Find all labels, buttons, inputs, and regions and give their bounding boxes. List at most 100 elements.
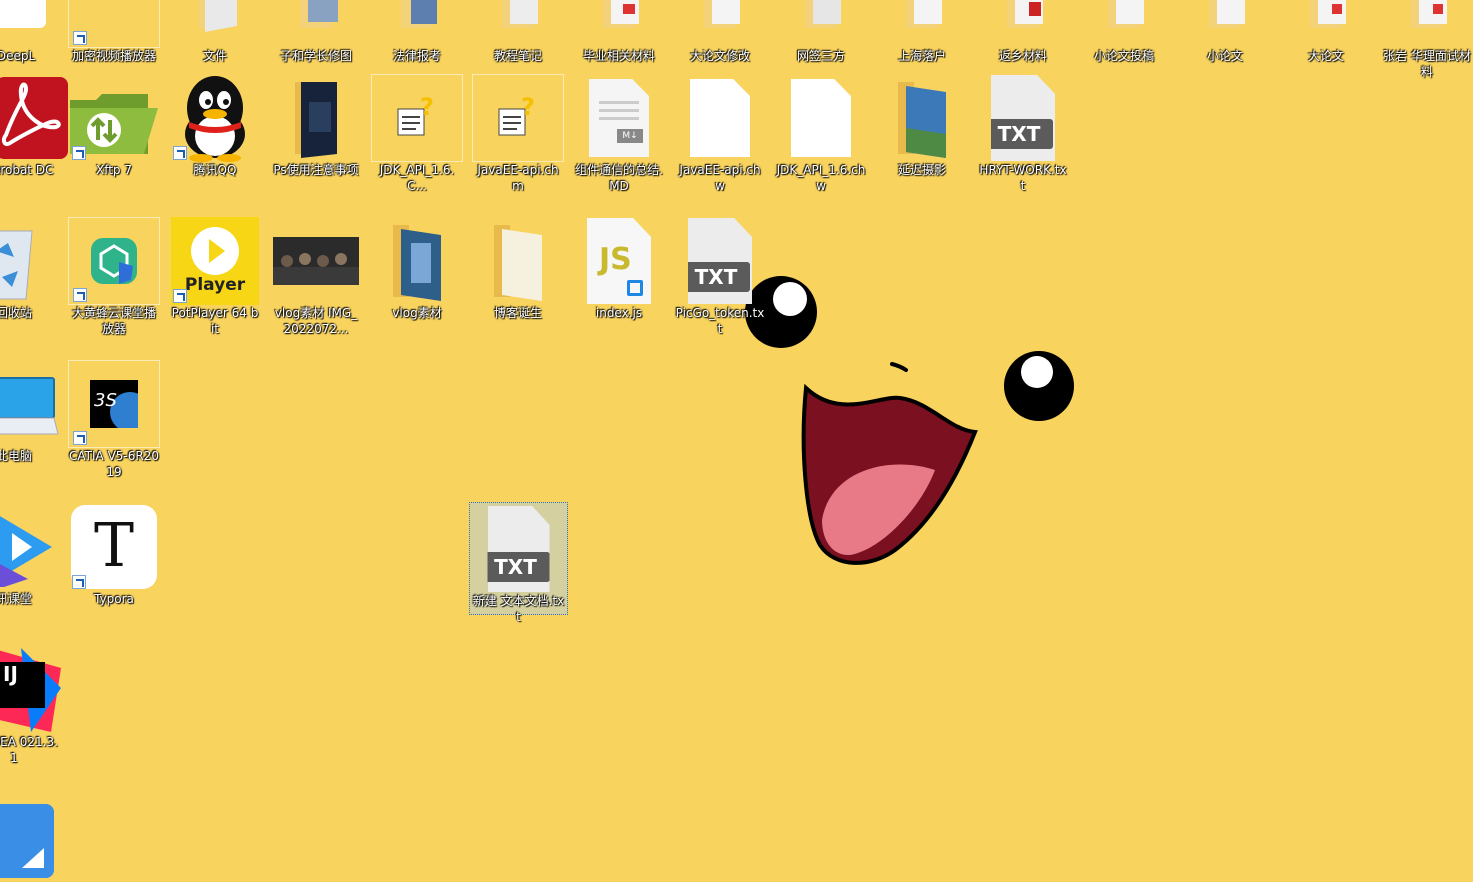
desktop-icon-folder-thesis[interactable]: 大论文 [1280, 0, 1372, 64]
intellij-idea-icon: IJ [0, 646, 61, 734]
desktop-icon-label: e Acrobat DC [0, 163, 54, 177]
desktop-icon-label: lliJ IDEA 021.3.1 [0, 735, 58, 765]
desktop-icon-picgo-token-txt[interactable]: TXT PicGo_token.txt [674, 215, 766, 337]
desktop-icon-index-js[interactable]: JS index.js [573, 215, 665, 321]
desktop-icon-folder-paper-submit[interactable]: 小论文投稿 [1078, 0, 1170, 64]
desktop-icon-new-text-document[interactable]: TXT 新建 文本文档.txt [469, 502, 568, 624]
desktop-icon-encrypted-video-player[interactable]: 加密视频播放器 [68, 0, 160, 64]
desktop-icon-label: 文件 [202, 49, 227, 63]
recycle-bin-icon [0, 217, 60, 305]
intellij-logo-text: IJ [3, 662, 18, 686]
desktop-icon-label: 大论文 [1307, 49, 1344, 63]
desktop-icon-acrobat[interactable]: e Acrobat DC [0, 72, 68, 178]
desktop-icon-folder-blog[interactable]: 博客诞生 [472, 215, 564, 321]
desktop-icon-javaee-api-chm[interactable]: ? JavaEE-api.chm [472, 72, 564, 194]
desktop-icon-folder-notes[interactable]: 教程笔记 [472, 0, 564, 64]
desktop-icon-label: 博客诞生 [493, 306, 542, 320]
desktop-icon-folder-small-paper[interactable]: 小论文 [1179, 0, 1271, 64]
txt-badge: TXT [688, 262, 750, 292]
desktop-icon-component-md[interactable]: M↓ 组件通信的总结.MD [573, 72, 665, 194]
desktop-icon-label: JDK_API_1.6.C... [379, 163, 455, 193]
txt-file-icon: TXT [977, 74, 1069, 162]
shortcut-arrow-icon [72, 146, 86, 160]
desktop-icon-folder-thesis-revise[interactable]: 大论文修改 [674, 0, 766, 64]
desktop-icon-label: 讯课堂 [0, 592, 32, 606]
desktop-icon-jdk-api-chw[interactable]: JDK_API_1.6.chw [775, 72, 867, 194]
desktop-icon-folder-return-home[interactable]: 返乡材料 [977, 0, 1069, 64]
desktop-icon-label: 网签三方 [796, 49, 845, 63]
folder-icon [977, 0, 1069, 48]
desktop-icon-label: vlog素材 IMG_2022072... [274, 306, 358, 336]
desktop-icon-deepl[interactable]: DeepL [0, 0, 62, 64]
desktop-icon-label: 法律报考 [392, 49, 441, 63]
desktop-icon-folder-timelapse[interactable]: 延迟摄影 [876, 72, 968, 178]
hornet-player-icon [68, 217, 160, 305]
desktop-icon-hryt-work-txt[interactable]: TXT HRYT-WORK.txt [977, 72, 1069, 194]
folder-icon [1078, 0, 1170, 48]
svg-text:?: ? [420, 93, 434, 121]
folder-icon [371, 0, 463, 48]
typora-logo-letter: T [93, 511, 135, 581]
desktop-icon-folder-graduation[interactable]: 毕业相关材料 [573, 0, 665, 64]
desktop-icon-intellij-idea[interactable]: IJ lliJ IDEA 021.3.1 [0, 644, 61, 766]
tencent-classroom-icon [0, 503, 60, 591]
desktop-icon-label: 大黄蜂云课堂播放器 [71, 306, 156, 336]
desktop-icon-label: 教程笔记 [493, 49, 542, 63]
desktop-icon-typora[interactable]: T Typora [68, 501, 160, 607]
desktop-icon-label: 大论文修改 [689, 49, 750, 63]
svg-text:?: ? [521, 93, 535, 121]
desktop-icon-label: 小论文 [1206, 49, 1243, 63]
desktop-icon-label: 毕业相关材料 [582, 49, 655, 63]
desktop-icon-javaee-api-chw[interactable]: JavaEE-api.chw [674, 72, 766, 194]
desktop-icon-label: 回收站 [0, 306, 32, 320]
desktop-icon-label: JavaEE-api.chw [679, 163, 761, 193]
folder-icon [876, 0, 968, 48]
desktop-icon-tencent-classroom[interactable]: 讯课堂 [0, 501, 60, 607]
desktop-icon-label: 张岩 华理面试材料 [1383, 49, 1471, 79]
video-player-icon [68, 0, 160, 48]
desktop-icon-jdk-api-chm[interactable]: ? JDK_API_1.6.C... [371, 72, 463, 194]
catia-logo-text: 3S [94, 390, 117, 411]
folder-icon [472, 0, 564, 48]
desktop-icon-vlog-image[interactable]: vlog素材 IMG_2022072... [270, 215, 362, 337]
desktop-icon-folder-contract[interactable]: 网签三方 [775, 0, 867, 64]
shortcut-arrow-icon [173, 146, 187, 160]
shortcut-arrow-icon [73, 288, 87, 302]
shortcut-arrow-icon [173, 289, 187, 303]
folder-icon [472, 217, 564, 305]
xftp-icon [68, 74, 160, 162]
desktop-icon-recycle-bin[interactable]: 回收站 [0, 215, 60, 321]
desktop-icon-folder-photo-edit[interactable]: 子和学长修图 [270, 0, 362, 64]
desktop-icon-folder-vlog[interactable]: vlog素材 [371, 215, 463, 321]
desktop-icon-folder-files[interactable]: 文件 [169, 0, 261, 64]
desktop-icon-label: 小论文投稿 [1093, 49, 1154, 63]
desktop-icon-folder-ps-notes[interactable]: Ps使用注意事项 [270, 72, 362, 178]
folder-icon [573, 0, 665, 48]
photo-thumbnail-icon [270, 217, 362, 305]
js-badge: JS [599, 242, 632, 277]
js-file-icon: JS [573, 217, 665, 305]
catia-icon: 3S [68, 360, 160, 448]
desktop-icon-label: HRYT-WORK.txt [979, 163, 1067, 193]
acrobat-icon [0, 74, 68, 162]
desktop-icon-catia[interactable]: 3S CATIA V5-6R2019 [68, 358, 160, 480]
desktop-icon-label: 返乡材料 [998, 49, 1047, 63]
markdown-badge: M↓ [617, 129, 643, 143]
folder-icon [1179, 0, 1271, 48]
desktop-icon-label: 此电脑 [0, 449, 32, 463]
desktop-icon-qq[interactable]: 腾讯QQ [169, 72, 261, 178]
computer-monitor-icon [0, 360, 60, 448]
desktop-icon-label: Xftp 7 [95, 163, 132, 177]
desktop-icon-folder-law-exam[interactable]: 法律报考 [371, 0, 463, 64]
vscode-icon [627, 280, 643, 296]
blank-file-icon [674, 74, 766, 162]
desktop-icon-folder-shanghai-hukou[interactable]: 上海落户 [876, 0, 968, 64]
desktop-icon-xftp[interactable]: Xftp 7 [68, 72, 160, 178]
desktop-icon-potplayer[interactable]: Player PotPlayer 64 bit [169, 215, 261, 337]
desktop-icon-label: 子和学长修图 [279, 49, 352, 63]
desktop-icon-hornet-player[interactable]: 大黄蜂云课堂播放器 [68, 215, 160, 337]
desktop-icon-folder-interview[interactable]: 张岩 华理面试材料 [1381, 0, 1473, 80]
shortcut-arrow-icon [73, 431, 87, 445]
desktop-icon-label: 上海落户 [897, 49, 946, 63]
desktop-icon-this-pc[interactable]: 此电脑 [0, 358, 60, 464]
